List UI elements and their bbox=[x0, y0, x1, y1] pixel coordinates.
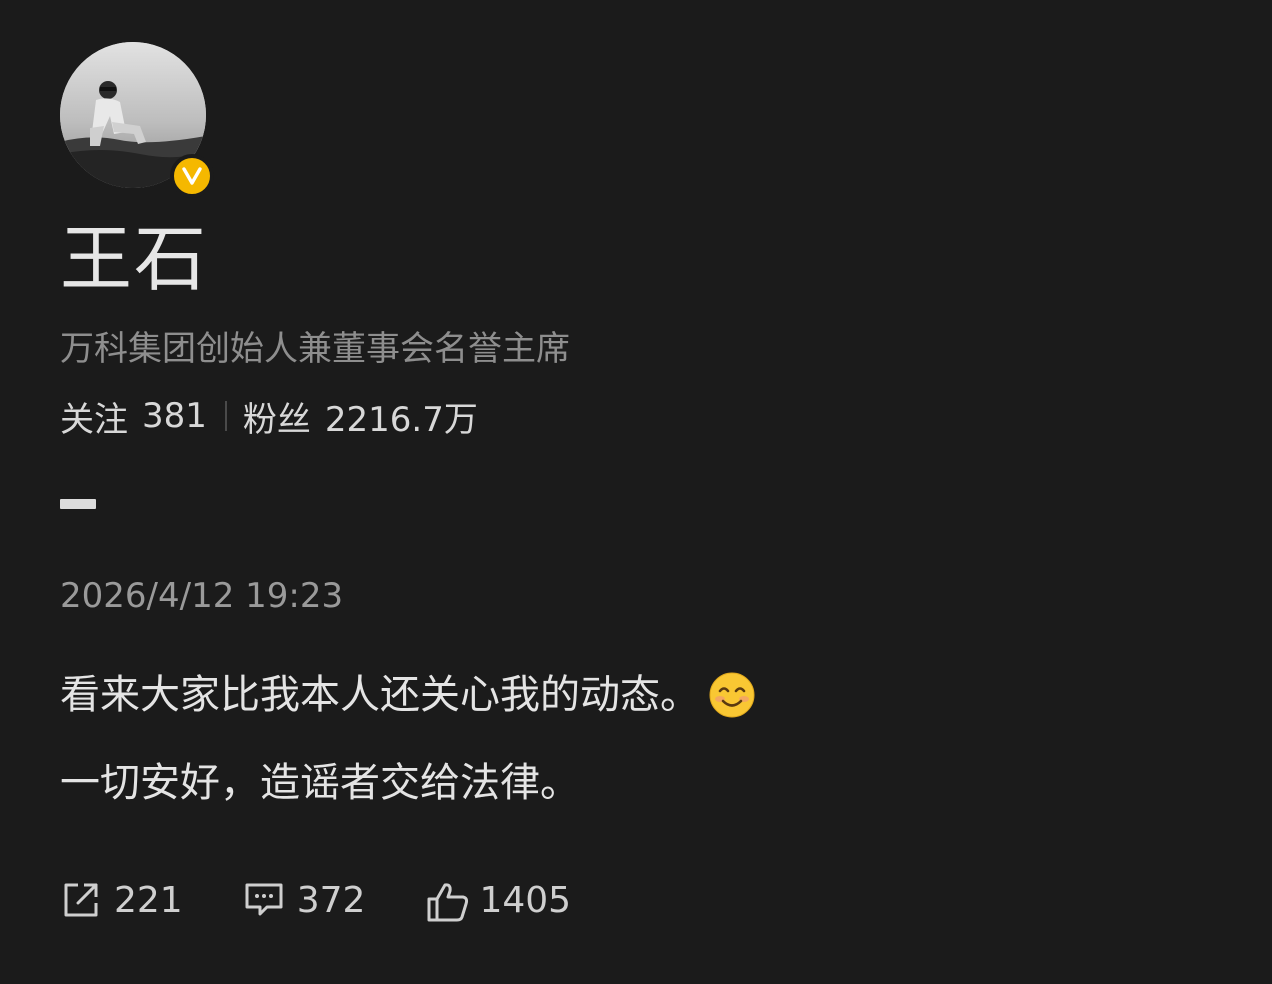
post-text-line-2: 一切安好，造谣者交给法律。 bbox=[60, 756, 580, 810]
followers-stat[interactable]: 粉丝 2216.7万 bbox=[243, 392, 478, 441]
section-divider-mark bbox=[60, 499, 96, 509]
following-count: 381 bbox=[142, 396, 207, 436]
like-count: 1405 bbox=[479, 879, 572, 921]
verified-badge-icon bbox=[170, 154, 214, 198]
smiling-face-emoji-icon bbox=[708, 671, 756, 719]
post-actions: 221 372 1405 bbox=[60, 872, 571, 928]
post-text-2: 一切安好，造谣者交给法律。 bbox=[60, 760, 580, 806]
profile-bio: 万科集团创始人兼董事会名誉主席 bbox=[60, 329, 570, 369]
share-count: 221 bbox=[114, 879, 183, 921]
thumbs-up-icon bbox=[425, 879, 469, 922]
share-icon bbox=[60, 879, 102, 921]
following-stat[interactable]: 关注 381 bbox=[60, 392, 207, 441]
profile-stats: 关注 381 粉丝 2216.7万 bbox=[60, 392, 478, 440]
following-label: 关注 bbox=[60, 399, 128, 440]
display-name: 王石 bbox=[60, 217, 209, 301]
checkmark-v-icon bbox=[182, 167, 202, 185]
profile-page: 王石 万科集团创始人兼董事会名誉主席 关注 381 粉丝 2216.7万 202… bbox=[0, 0, 1272, 984]
post-text-1: 看来大家比我本人还关心我的动态。 bbox=[60, 672, 700, 718]
comment-button[interactable]: 372 bbox=[243, 879, 366, 921]
like-button[interactable]: 1405 bbox=[425, 879, 572, 922]
comment-count: 372 bbox=[296, 879, 366, 921]
followers-label: 粉丝 bbox=[242, 399, 311, 440]
followers-count: 2216.7万 bbox=[324, 399, 478, 440]
smile-emoji-icon bbox=[709, 672, 755, 718]
share-button[interactable]: 221 bbox=[60, 879, 183, 921]
avatar-container[interactable] bbox=[60, 42, 214, 198]
post-text-line-1: 看来大家比我本人还关心我的动态。 bbox=[60, 668, 756, 722]
comment-icon bbox=[243, 879, 285, 921]
stats-divider bbox=[224, 401, 227, 431]
post-timestamp: 2026/4/12 19:23 bbox=[60, 576, 344, 616]
